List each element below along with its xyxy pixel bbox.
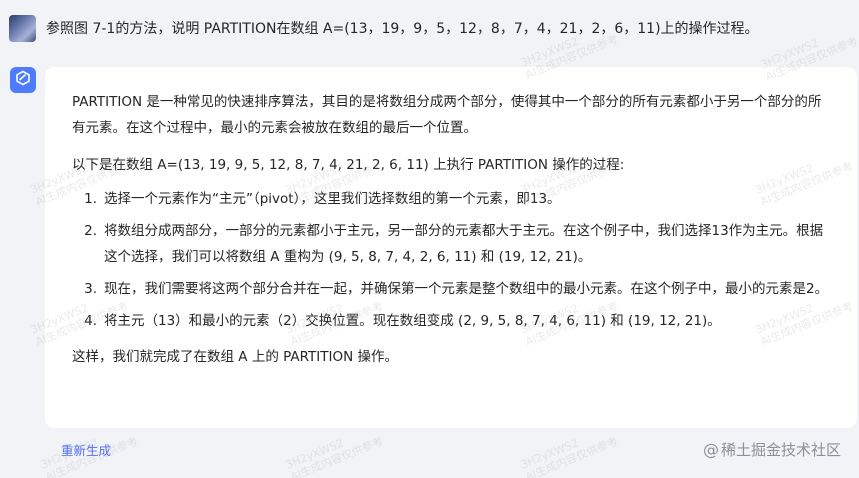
answer-intro: PARTITION 是一种常见的快速排序算法，其目的是将数组分成两个部分，使得其… (72, 94, 822, 136)
list-item: 3. 现在，我们需要将这两个部分合并在一起，并确保第一个元素是整个数组中的最小元… (72, 276, 831, 302)
user-message-text: 参照图 7-1的方法，说明 PARTITION在数组 A=(13，19，9，5，… (46, 21, 759, 37)
answer-lead: 以下是在数组 A=(13, 19, 9, 5, 12, 8, 7, 4, 21,… (72, 157, 625, 173)
step-text: 现在，我们需要将这两个部分合并在一起，并确保第一个元素是整个数组中的最小元素。在… (104, 281, 829, 297)
regenerate-button[interactable]: 重新生成 (61, 440, 111, 459)
watermark-text: 稀土掘金技术社区 (720, 441, 841, 459)
step-text: 将主元（13）和最小的元素（2）交换位置。现在数组变成 (2, 9, 5, 8,… (104, 313, 721, 329)
step-number: 1. (84, 191, 97, 207)
answer-card: PARTITION 是一种常见的快速排序算法，其目的是将数组分成两个部分，使得其… (45, 67, 857, 428)
watermark-at: @ (702, 440, 719, 459)
juejin-watermark: @ 稀土掘金技术社区 (703, 439, 841, 460)
step-number: 4. (84, 313, 97, 329)
step-text: 选择一个元素作为“主元”（pivot），这里我们选择数组的第一个元素，即13。 (104, 191, 561, 207)
ai-watermark: 3H2yXWS2 AI生成内容仅供参考 (283, 434, 386, 478)
cube-logo-icon (15, 70, 31, 90)
list-item: 1. 选择一个元素作为“主元”（pivot），这里我们选择数组的第一个元素，即1… (72, 186, 831, 212)
step-text: 将数组分成两部分，一部分的元素都小于主元，另一部分的元素都大于主元。在这个例子中… (104, 223, 824, 265)
step-number: 2. (84, 223, 97, 239)
user-message-row: 参照图 7-1的方法，说明 PARTITION在数组 A=(13，19，9，5，… (9, 15, 759, 43)
answer-conclusion: 这样，我们就完成了在数组 A 上的 PARTITION 操作。 (72, 349, 398, 365)
user-avatar (9, 15, 36, 42)
list-item: 4. 将主元（13）和最小的元素（2）交换位置。现在数组变成 (2, 9, 5,… (72, 308, 831, 334)
chat-page: 参照图 7-1的方法，说明 PARTITION在数组 A=(13，19，9，5，… (0, 0, 859, 478)
list-item: 2. 将数组分成两部分，一部分的元素都小于主元，另一部分的元素都大于主元。在这个… (72, 218, 831, 270)
step-number: 3. (84, 281, 97, 297)
ai-watermark: 3H2yXWS2 AI生成内容仅供参考 (518, 434, 621, 478)
bot-avatar (10, 67, 36, 93)
steps-list: 1. 选择一个元素作为“主元”（pivot），这里我们选择数组的第一个元素，即1… (72, 186, 831, 334)
